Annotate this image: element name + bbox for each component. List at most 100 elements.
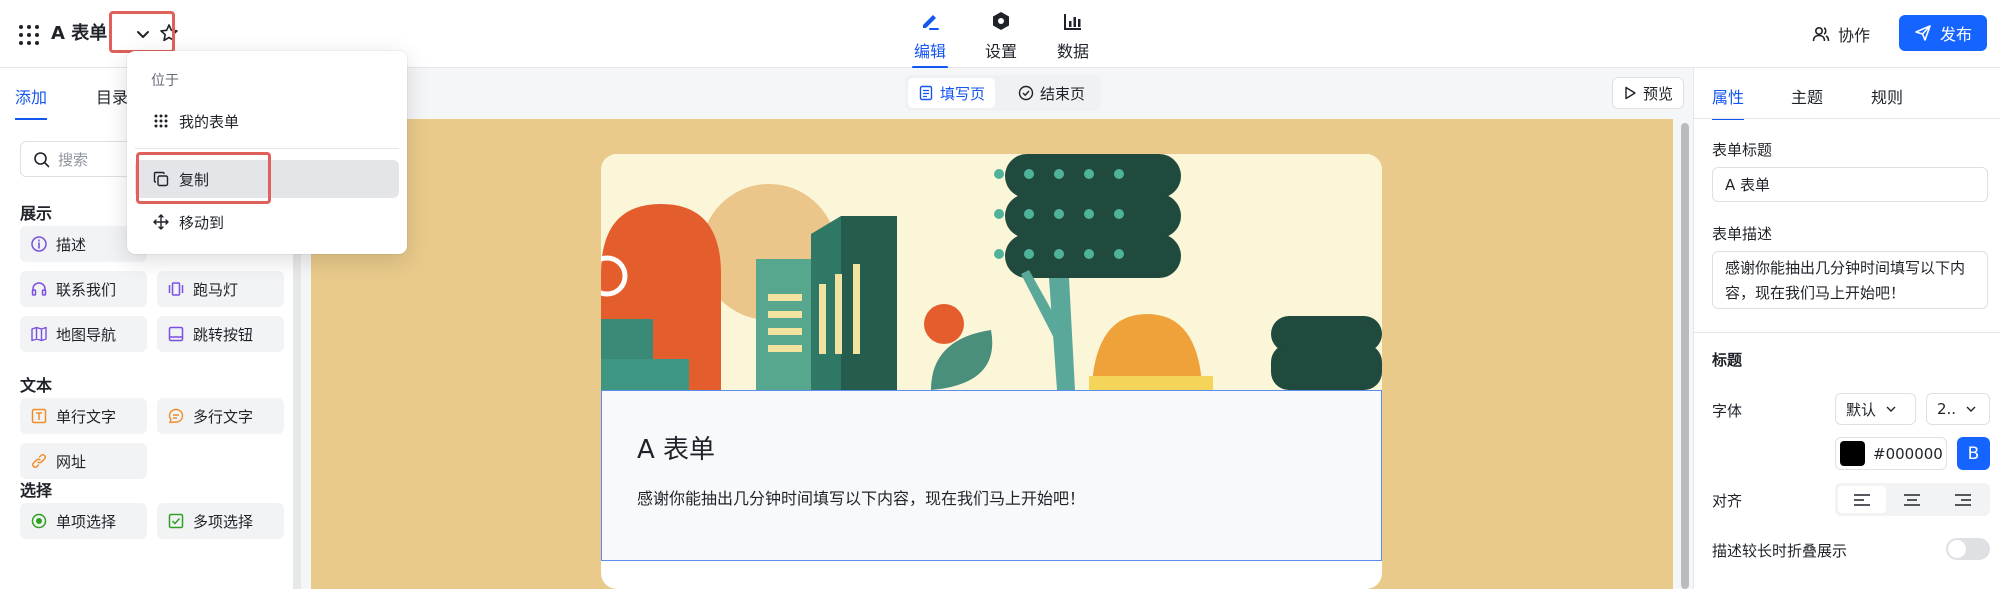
field-single-text[interactable]: 单行文字 xyxy=(20,398,147,434)
text-color-picker[interactable]: #000000 xyxy=(1835,437,1947,470)
field-multi-choice[interactable]: 多项选择 xyxy=(157,503,284,539)
tab-data[interactable]: 数据 xyxy=(1043,10,1103,62)
carousel-icon xyxy=(167,280,185,298)
fill-page-tab[interactable]: 填写页 xyxy=(908,78,996,108)
field-jump-button[interactable]: 跳转按钮 xyxy=(157,316,284,352)
send-icon xyxy=(1914,24,1932,42)
form-name-title[interactable]: A 表单 xyxy=(51,20,107,48)
tab-settings-label: 设置 xyxy=(984,42,1017,61)
tab-rules[interactable]: 规则 xyxy=(1871,84,1903,108)
banner-illustration xyxy=(601,154,1382,390)
section-divider xyxy=(1694,332,2000,333)
form-title-heading: A 表单 xyxy=(637,435,716,465)
highlight-box xyxy=(136,152,271,204)
color-swatch xyxy=(1840,441,1865,466)
font-family-select[interactable]: 默认 xyxy=(1835,393,1916,425)
field-multi-text[interactable]: 多行文字 xyxy=(157,398,284,434)
field-map-nav[interactable]: 地图导航 xyxy=(20,316,147,352)
form-header-block[interactable]: A 表单 感谢你能抽出几分钟时间填写以下内容，现在我们马上开始吧！ xyxy=(601,390,1382,561)
field-map-nav-label: 地图导航 xyxy=(56,325,117,344)
font-label: 字体 xyxy=(1712,402,1743,420)
tab-theme[interactable]: 主题 xyxy=(1791,84,1823,108)
font-size-value: 2.. xyxy=(1937,400,1957,418)
form-description-text: 感谢你能抽出几分钟时间填写以下内容，现在我们马上开始吧！ xyxy=(637,489,1086,508)
bar-chart-icon xyxy=(1062,10,1084,32)
field-single-choice[interactable]: 单项选择 xyxy=(20,503,147,539)
field-contact-label: 联系我们 xyxy=(56,280,117,299)
pen-icon xyxy=(919,10,941,32)
move-arrows-icon xyxy=(153,214,169,230)
menu-item-move-label: 移动到 xyxy=(179,213,225,232)
document-icon xyxy=(918,85,934,101)
collaborate-button[interactable]: 协作 xyxy=(1812,18,1870,50)
chevron-down-icon xyxy=(1964,402,1978,416)
bold-toggle-button[interactable]: B xyxy=(1957,437,1990,470)
checkbox-icon xyxy=(167,512,185,530)
canvas-scrollbar[interactable] xyxy=(1681,123,1689,589)
field-url-label: 网址 xyxy=(56,452,87,471)
tab-settings[interactable]: 设置 xyxy=(971,10,1031,62)
radio-icon xyxy=(30,512,48,530)
menu-item-location-label: 我的表单 xyxy=(179,112,240,131)
multiline-text-icon xyxy=(167,407,185,425)
collapse-desc-toggle[interactable] xyxy=(1946,538,1990,560)
search-icon xyxy=(33,151,50,168)
align-left-button[interactable] xyxy=(1838,486,1886,513)
field-url[interactable]: 网址 xyxy=(20,443,147,479)
collapse-desc-label: 描述较长时折叠展示 xyxy=(1712,542,1848,560)
field-marquee[interactable]: 跑马灯 xyxy=(157,271,284,307)
menu-separator xyxy=(135,148,399,149)
end-page-tab[interactable]: 结束页 xyxy=(1008,78,1095,108)
hexagon-settings-icon xyxy=(990,10,1012,32)
menu-item-location[interactable]: 我的表单 xyxy=(135,102,399,140)
form-title-label: 表单标题 xyxy=(1712,141,1773,159)
align-center-button[interactable] xyxy=(1888,486,1936,513)
end-page-label: 结束页 xyxy=(1040,84,1086,103)
font-family-value: 默认 xyxy=(1846,400,1877,419)
grid-dots-icon xyxy=(153,113,169,129)
preview-button[interactable]: 预览 xyxy=(1612,77,1685,109)
info-icon xyxy=(30,235,48,253)
chevron-down-icon xyxy=(1884,402,1898,416)
right-properties-panel: 属性 主题 规则 表单标题 A 表单 表单描述 感谢你能抽出几分钟时间填写以下内… xyxy=(1693,68,2000,589)
text-color-value: #000000 xyxy=(1873,444,1943,463)
tab-edit[interactable]: 编辑 xyxy=(900,10,960,69)
form-desc-textarea[interactable]: 感谢你能抽出几分钟时间填写以下内容，现在我们马上开始吧！ xyxy=(1712,251,1988,309)
field-single-choice-label: 单项选择 xyxy=(56,512,117,531)
highlight-box xyxy=(109,11,175,53)
preview-label: 预览 xyxy=(1643,84,1674,103)
headset-icon xyxy=(30,280,48,298)
tabs-divider xyxy=(1694,118,2000,119)
field-multi-choice-label: 多项选择 xyxy=(193,512,254,531)
collaborate-label: 协作 xyxy=(1838,26,1871,45)
tab-add[interactable]: 添加 xyxy=(15,84,48,120)
form-title-input[interactable]: A 表单 xyxy=(1712,167,1988,202)
align-right-button[interactable] xyxy=(1939,486,1987,513)
users-icon xyxy=(1812,25,1830,43)
field-multi-text-label: 多行文字 xyxy=(193,407,254,426)
section-display: 展示 xyxy=(20,204,53,223)
section-select: 选择 xyxy=(20,481,53,500)
align-label: 对齐 xyxy=(1712,492,1743,510)
publish-label: 发布 xyxy=(1939,25,1972,44)
app-grid-icon[interactable] xyxy=(18,24,40,46)
form-desc-label: 表单描述 xyxy=(1712,225,1773,243)
heading-section-title: 标题 xyxy=(1712,351,1743,369)
fill-page-label: 填写页 xyxy=(940,84,986,103)
search-placeholder: 搜索 xyxy=(58,150,89,169)
text-input-icon xyxy=(30,407,48,425)
publish-button[interactable]: 发布 xyxy=(1899,15,1987,51)
link-icon xyxy=(30,452,48,470)
tab-outline[interactable]: 目录 xyxy=(96,84,128,108)
field-contact[interactable]: 联系我们 xyxy=(20,271,147,307)
field-jump-button-label: 跳转按钮 xyxy=(193,325,254,344)
form-canvas: 填写页 结束页 预览 A 表单 感谢你能抽出几分钟时间填写以下内容，现在我们马上… xyxy=(301,68,1693,589)
map-icon xyxy=(30,325,48,343)
tab-properties[interactable]: 属性 xyxy=(1712,84,1745,120)
page-switcher: 填写页 结束页 xyxy=(905,75,1101,111)
field-describe-label: 描述 xyxy=(56,235,87,254)
menu-item-move[interactable]: 移动到 xyxy=(135,203,399,241)
check-circle-icon xyxy=(1018,85,1034,101)
form-card: A 表单 感谢你能抽出几分钟时间填写以下内容，现在我们马上开始吧！ xyxy=(601,154,1382,589)
font-size-select[interactable]: 2.. xyxy=(1926,393,1990,425)
